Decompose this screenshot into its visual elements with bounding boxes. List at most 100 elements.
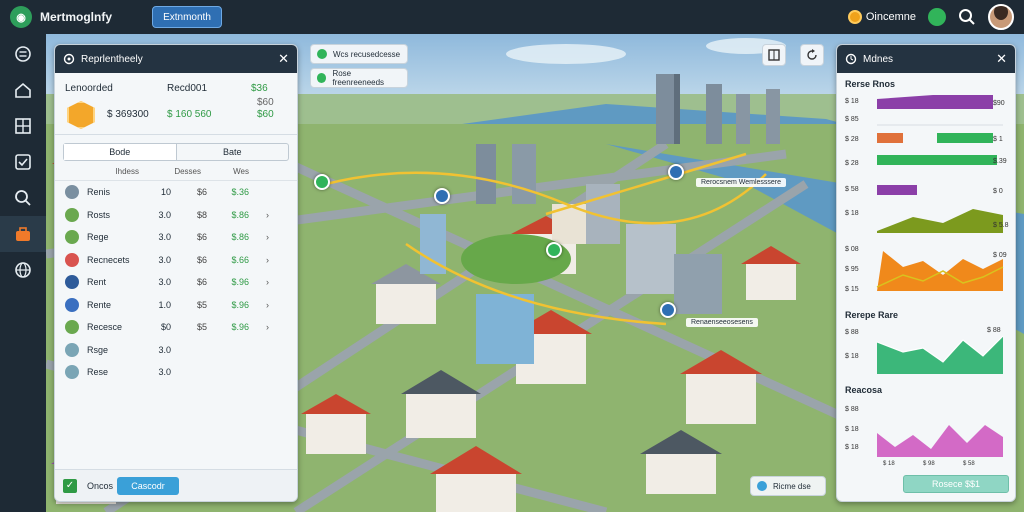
item-name: Rente	[87, 299, 112, 310]
resource-icon	[65, 297, 79, 312]
item-price: $.36	[231, 187, 249, 198]
summary-right-top: $36	[251, 83, 268, 94]
summary-label: Lenoorded	[65, 83, 113, 94]
map-label-route: Rerocsnem Wemlesssere	[696, 178, 787, 187]
area-series	[877, 251, 1003, 291]
notification-icon[interactable]	[928, 8, 946, 26]
footer-action-button[interactable]: Cascodr	[117, 476, 179, 495]
list-item[interactable]: Recesce $0 $5 $.96 ›	[55, 316, 297, 339]
data-label: $.39	[993, 158, 1007, 165]
rail-grid-button[interactable]	[0, 108, 46, 144]
item-price: $.66	[231, 254, 249, 265]
map-pin-plaza[interactable]	[546, 242, 562, 258]
item-count: 3.0	[158, 367, 171, 378]
left-rail	[0, 34, 46, 512]
item-name: Rese	[87, 367, 109, 378]
summary-value: $ 369300	[107, 109, 149, 120]
resource-icon	[65, 275, 79, 290]
chevron-right-icon[interactable]: ›	[249, 322, 269, 332]
item-price: $.96	[231, 299, 249, 310]
list-item[interactable]: Rsge 3.0	[55, 339, 297, 362]
chevron-right-icon[interactable]: ›	[249, 255, 269, 265]
avatar[interactable]	[988, 4, 1014, 30]
rail-globe-button[interactable]	[0, 252, 46, 288]
resource-icon	[65, 230, 79, 245]
panel-tabs: Bode Bate	[63, 143, 289, 161]
item-price: $.86	[231, 232, 249, 243]
item-price: $.96	[231, 322, 249, 333]
resource-icon	[65, 342, 79, 357]
map-filter-chip-2[interactable]: Rose freenreeneeds	[310, 68, 408, 88]
green-area-chart: $ 88 $ 18 $ 88	[845, 327, 1004, 374]
chevron-right-icon[interactable]: ›	[249, 232, 269, 242]
rail-home-button[interactable]	[0, 72, 46, 108]
item-count: $0	[160, 322, 171, 333]
list-item[interactable]: Rege 3.0 $6 $.86 ›	[55, 226, 297, 249]
map-refresh-button[interactable]	[800, 44, 824, 66]
map-pin-park[interactable]	[314, 174, 330, 190]
settings-icon	[63, 53, 75, 65]
rail-search-button[interactable]	[0, 180, 46, 216]
top-action-button[interactable]: Extnmonth	[152, 6, 222, 28]
gold-badge-icon	[67, 101, 95, 129]
checkbox-icon[interactable]: ✓	[63, 478, 77, 493]
resource-icon	[65, 185, 79, 200]
list-item[interactable]: Rente 1.0 $5 $.96 ›	[55, 294, 297, 317]
list-item[interactable]: Rent 3.0 $6 $.96 ›	[55, 271, 297, 294]
chevron-right-icon[interactable]: ›	[249, 210, 269, 220]
list-item[interactable]: Rosts 3.0 $8 $.86 ›	[55, 204, 297, 227]
section-title: Rerse Rnos	[845, 79, 896, 89]
summary-range: $ 160 560	[167, 109, 212, 120]
rail-tasks-button[interactable]	[0, 144, 46, 180]
map-filter-label: Rose freenreeneeds	[332, 69, 385, 87]
axis-label: $ 18	[845, 444, 859, 451]
footer-label: Oncos	[87, 480, 114, 491]
right-panel-header: Mdnes ✕	[837, 45, 1015, 73]
map-filter-chip-1[interactable]: Wcs recusedcesse	[310, 44, 408, 64]
right-panel-action-button[interactable]: Rosece $$1	[903, 475, 1009, 493]
tab-bode[interactable]: Bode	[64, 144, 177, 160]
column-header: Wes	[233, 167, 249, 176]
item-cost: $6	[196, 187, 207, 198]
axis-label: $ 18	[845, 426, 859, 433]
map-pin-center[interactable]	[434, 188, 450, 204]
tab-bate[interactable]: Bate	[177, 144, 289, 160]
map-pin-station[interactable]	[668, 164, 684, 180]
left-panel-header: Reprlentheely ✕	[55, 45, 297, 73]
axis-label: $ 58	[845, 186, 859, 193]
bar-series	[877, 185, 917, 195]
list-item[interactable]: Rese 3.0	[55, 361, 297, 384]
chevron-right-icon[interactable]: ›	[249, 277, 269, 287]
status-dot-icon	[317, 49, 327, 59]
resource-icon	[65, 365, 79, 380]
item-cost: $8	[196, 209, 207, 220]
rail-menu-button[interactable]	[0, 36, 46, 72]
data-label: $ 5.8	[993, 222, 1009, 229]
item-cost: $6	[196, 232, 207, 243]
close-icon[interactable]: ✕	[996, 51, 1007, 67]
left-panel-footer: ✓ Oncos Cascodr	[55, 469, 297, 501]
item-name: Recesce	[87, 322, 123, 333]
checklist-icon	[15, 154, 31, 170]
item-cost: $5	[196, 299, 207, 310]
clock-icon	[845, 53, 857, 65]
map-filter-label: Wcs recusedcesse	[333, 49, 401, 59]
summary-block: Lenoorded $ 369300 Recd001 $ 160 560 $36…	[55, 73, 297, 135]
close-icon[interactable]: ✕	[278, 51, 289, 67]
item-price: $.96	[231, 277, 249, 288]
map-pin-harbor[interactable]	[660, 302, 676, 318]
map-label-district: Renaenseeosesens	[686, 318, 758, 327]
map-chip-icon	[757, 481, 767, 491]
layers-icon	[768, 49, 780, 61]
item-count: 1.0	[158, 299, 171, 310]
stats-charts: Rerse Rnos $ 18 $ 85 $90 $ 28 $ 1 $ 28 $…	[837, 73, 1015, 474]
search-icon[interactable]	[958, 8, 976, 26]
map-bottom-chip[interactable]: Ricme dse	[750, 476, 826, 496]
rail-shop-button[interactable]	[0, 216, 46, 252]
chevron-right-icon[interactable]: ›	[249, 300, 269, 310]
list-item[interactable]: Recnecets 3.0 $6 $.66 ›	[55, 249, 297, 272]
resource-icon	[65, 252, 79, 267]
status-dot-icon	[317, 73, 327, 83]
list-item[interactable]: Renis 10 $6 $.36	[55, 181, 297, 204]
map-layers-button[interactable]	[762, 44, 786, 66]
